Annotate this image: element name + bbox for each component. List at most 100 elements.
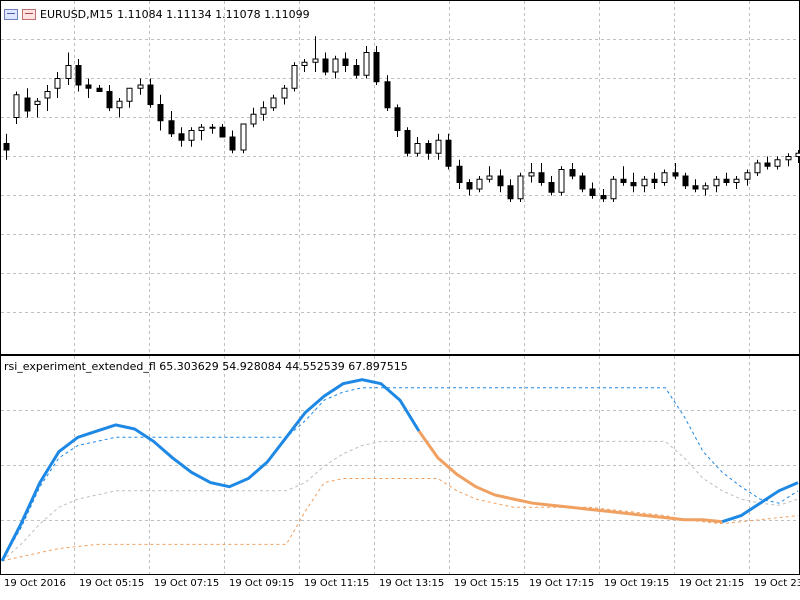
candle-body [157, 104, 164, 122]
candle-body [733, 178, 740, 183]
candle-body [682, 175, 689, 187]
candle-body [332, 58, 339, 73]
candle-body [456, 165, 463, 183]
candle-body [486, 175, 493, 180]
chart-window-icon-alt[interactable] [22, 9, 36, 20]
candle-body [240, 123, 247, 151]
candle-body [44, 91, 51, 99]
candle-body [147, 84, 154, 105]
chart-window-icon[interactable] [4, 9, 18, 20]
candle-body [291, 65, 298, 89]
candle-body [414, 143, 421, 154]
rsi-line-upper [1, 387, 799, 562]
time-label: 19 Oct 19:15 [604, 578, 670, 589]
candle-body [342, 58, 349, 66]
candle-body [630, 182, 637, 187]
candle-body [507, 185, 514, 200]
candle-body [517, 175, 524, 200]
candle-body [610, 178, 617, 200]
candle-body [600, 195, 607, 200]
candle-body [34, 100, 41, 105]
candle-body [281, 87, 288, 99]
candle-body [219, 126, 226, 138]
candle-body [13, 94, 20, 118]
candle-body [353, 65, 360, 76]
candle-body [548, 182, 555, 193]
candle-body [3, 143, 10, 151]
candle-body [188, 130, 195, 141]
candle-body [106, 91, 113, 109]
candle-body [322, 58, 329, 73]
rsi-line-main [0, 378, 421, 562]
time-label: 19 Oct 13:15 [379, 578, 445, 589]
candle-body [651, 178, 658, 183]
candle-body [65, 65, 72, 79]
candle-body [126, 87, 133, 102]
candle-body [702, 185, 709, 190]
candle-body [764, 162, 771, 167]
candle-body [24, 97, 31, 112]
candle-body [312, 58, 319, 63]
candle-body [445, 139, 452, 167]
candle-body [404, 130, 411, 154]
price-chart-area[interactable] [0, 0, 800, 355]
candle-body [558, 169, 565, 193]
indicator-chart-area[interactable] [0, 355, 800, 575]
candle-body [569, 169, 576, 177]
candle-body [373, 52, 380, 83]
candle-body [425, 143, 432, 154]
indicator-name: rsi_experiment_extended_fl [4, 360, 156, 373]
candle-body [229, 136, 236, 151]
candle-body [250, 113, 257, 125]
candle-body [620, 178, 627, 183]
candle-body [661, 172, 668, 183]
time-label: 19 Oct 21:15 [679, 578, 745, 589]
candle-body [528, 172, 535, 177]
time-label: 19 Oct 07:15 [154, 578, 220, 589]
time-label: 19 Oct 05:15 [79, 578, 145, 589]
ohlc-values: 1.11084 1.11134 1.11078 1.11099 [117, 8, 310, 21]
time-label: 19 Oct 17:15 [529, 578, 595, 589]
candle-body [744, 172, 751, 180]
candle-body [795, 152, 800, 157]
candle-body [75, 65, 82, 86]
candle-body [579, 175, 586, 190]
candle-body [692, 185, 699, 190]
candle-body [54, 78, 61, 89]
time-label: 19 Oct 11:15 [304, 578, 370, 589]
candle-body [754, 162, 761, 174]
time-label: 19 Oct 23 [754, 578, 800, 589]
candle-body [363, 52, 370, 76]
candle-body [85, 84, 92, 89]
indicator-values: 65.303629 54.928084 44.552539 67.897515 [159, 360, 408, 373]
candle-body [301, 61, 308, 66]
candle-body [713, 178, 720, 187]
time-axis: 19 Oct 2016 19 Oct 05:15 19 Oct 07:15 19 Oc… [0, 575, 800, 600]
chart-window[interactable]: EURUSD,M15 1.11084 1.11134 1.11078 1.110… [0, 0, 800, 600]
candle-body [116, 100, 123, 109]
chart-header: EURUSD,M15 1.11084 1.11134 1.11078 1.110… [4, 8, 310, 21]
candle-body [466, 182, 473, 190]
candle-body [260, 107, 267, 115]
candle-body [589, 188, 596, 196]
rsi-line-main-low [417, 430, 723, 524]
candle-body [785, 156, 792, 161]
candle-body [435, 139, 442, 154]
candle-body [198, 126, 205, 131]
rsi-line-main-recover [721, 481, 799, 524]
candle-body [476, 178, 483, 190]
time-label: 19 Oct 09:15 [229, 578, 295, 589]
price-panel-border [0, 0, 800, 355]
candle-body [137, 84, 144, 89]
candle-body [774, 159, 781, 167]
candle-body [270, 97, 277, 109]
candle-body [723, 178, 730, 183]
time-label: 19 Oct 15:15 [454, 578, 520, 589]
candle-body [96, 87, 103, 92]
candle-body [497, 175, 504, 187]
time-label: 19 Oct 2016 [4, 578, 66, 589]
indicator-header: rsi_experiment_extended_fl 65.303629 54.… [4, 360, 408, 373]
candle-body [384, 81, 391, 109]
candle-body [209, 126, 216, 129]
candle-body [641, 178, 648, 187]
